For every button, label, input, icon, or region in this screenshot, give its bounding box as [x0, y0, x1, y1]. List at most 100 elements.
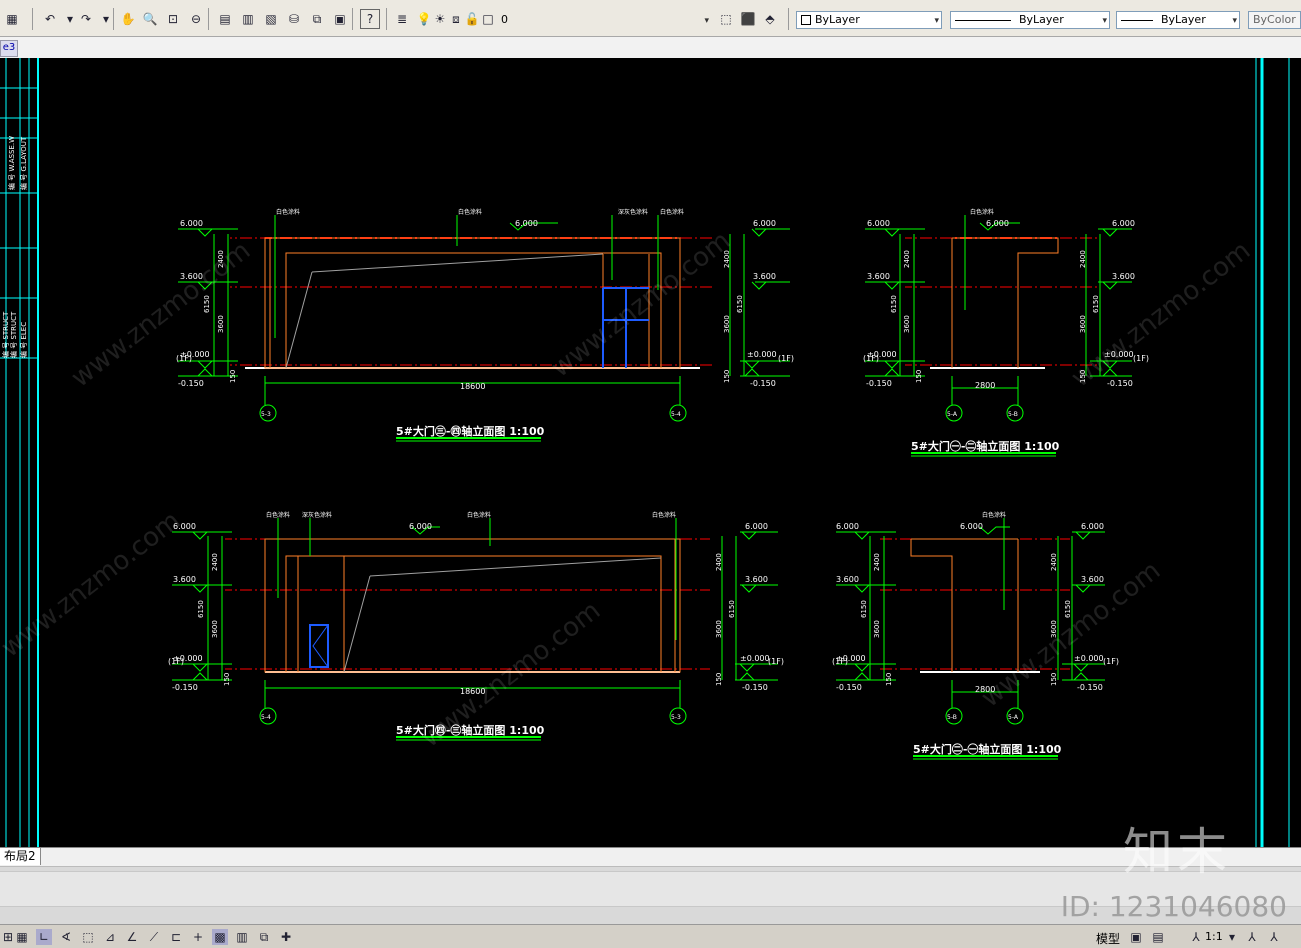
level-label: 6.000 [960, 522, 983, 531]
layer-freeze-icon[interactable]: ☀ [432, 9, 448, 29]
dim-label: 3600 [1079, 315, 1087, 333]
layer-previous-icon[interactable]: ⬛ [738, 9, 758, 29]
material-note: 白色涂料 [276, 208, 300, 216]
polar-icon[interactable]: ∢ [58, 929, 74, 945]
drawing-title: 5#大门㊁-㊀轴立面图 1:100 [913, 742, 1062, 756]
level-label: -0.150 [866, 379, 892, 388]
selection-cycling-icon[interactable]: ⧉ [256, 929, 272, 945]
layout-tab[interactable]: 布局2 [0, 848, 41, 865]
axis-bubble-label: 5-B [1008, 411, 1018, 418]
workspace-icon[interactable]: ▦ [2, 9, 22, 29]
calculator-icon[interactable]: ▣ [330, 9, 350, 29]
layer-states-icon[interactable]: ⬘ [760, 9, 780, 29]
undo-icon[interactable]: ↶ [40, 9, 60, 29]
quick-view-icon[interactable]: ▤ [1150, 929, 1166, 945]
zoom-previous-icon[interactable]: ⊖ [186, 9, 206, 29]
pan-icon[interactable]: ✋ [118, 9, 138, 29]
strip-text-2: 编 号 G.LAYOUT [19, 136, 28, 190]
level-label: -0.150 [1107, 379, 1133, 388]
dim-label: 150 [1050, 673, 1058, 686]
axis-bubble-label: 5-3 [671, 714, 681, 721]
linetype-dropdown[interactable]: ByLayer ▾ [950, 11, 1110, 29]
layer-color-swatch-icon: □ [482, 12, 494, 26]
sheet-frame-right [1255, 58, 1290, 847]
drawing-canvas[interactable]: 编 号 W.ASSE.W 编 号 G.LAYOUT 编 号 STRUCT 编 号… [0, 58, 1301, 847]
isodraft-icon[interactable]: ⬚ [80, 929, 96, 945]
watermark-pattern: www.znzmo.com www.znzmo.com www.znzmo.co… [0, 226, 1256, 754]
level-label: 6.000 [1081, 522, 1104, 531]
transparency-icon[interactable]: ▩ [212, 929, 228, 945]
redo-icon[interactable]: ↷ [76, 9, 96, 29]
ortho-icon[interactable]: ∟ [36, 929, 52, 945]
dynamic-input-icon[interactable]: ⊏ [168, 929, 184, 945]
level-label: 3.600 [753, 272, 776, 281]
layer-on-bulb-icon[interactable]: 💡 [416, 9, 432, 29]
annotation-scale-value[interactable]: 1:1 [1205, 930, 1223, 943]
floor-label: (1F) [832, 657, 848, 666]
help-icon[interactable]: ? [360, 9, 380, 29]
layer-vp-freeze-icon[interactable]: ⧈ [448, 9, 464, 29]
level-label: 6.000 [180, 219, 203, 228]
tool-palettes-icon[interactable]: ▧ [261, 9, 281, 29]
level-label: 6.000 [409, 522, 432, 531]
level-label: -0.150 [742, 683, 768, 692]
object-snap-tracking-icon[interactable]: ⊿ [102, 929, 118, 945]
auto-scale-icon[interactable]: ⅄ [1266, 929, 1282, 945]
drawing-title: 5#大门㊀-㊁轴立面图 1:100 [911, 439, 1060, 453]
file-tab[interactable]: e3 [0, 40, 18, 57]
annotation-monitor-icon[interactable]: ✚ [278, 929, 294, 945]
level-label: 3.600 [1081, 575, 1104, 584]
level-label: 6.000 [986, 219, 1009, 228]
strip-text-1: 编 号 W.ASSE.W [7, 136, 16, 190]
layer-manager-icon[interactable]: ≣ [392, 9, 412, 29]
material-note: 白色涂料 [458, 208, 482, 216]
dim-label: 3600 [723, 315, 731, 333]
annotation-visibility-icon[interactable]: ⅄ [1244, 929, 1260, 945]
level-label: 3.600 [867, 272, 890, 281]
sheet-set-icon[interactable]: ⛁ [284, 9, 304, 29]
dim-label: 6150 [860, 600, 868, 618]
scale-dropdown-icon[interactable]: ▾ [1224, 929, 1240, 945]
material-note: 白色涂料 [982, 511, 1006, 519]
markup-icon[interactable]: ⧉ [307, 9, 327, 29]
properties-icon[interactable]: ▤ [215, 9, 235, 29]
design-center-icon[interactable]: ▥ [238, 9, 258, 29]
dim-label: 150 [885, 673, 893, 686]
axis-bubble-label: 5-A [947, 411, 958, 418]
file-tab-bar: e3 [0, 37, 1301, 59]
level-label: 6.000 [515, 219, 538, 228]
level-label: 6.000 [745, 522, 768, 531]
standard-toolbar: ▦ ↶ ▾ ↷ ▾ ✋ 🔍 ⊡ ⊖ ▤ ▥ ▧ ⛁ ⧉ ▣ ? ≣ 💡 ☀ ⧈ … [0, 0, 1301, 37]
dim-label: 2400 [1050, 553, 1058, 571]
floor-label: (1F) [863, 354, 879, 363]
zoom-realtime-icon[interactable]: 🔍 [140, 9, 160, 29]
strip-text-5: 编 号 ELEC [19, 322, 28, 358]
dim-label: 150 [715, 673, 723, 686]
grid-icon[interactable]: ▦ [14, 929, 30, 945]
dim-label: 6150 [736, 295, 744, 313]
level-label: 6.000 [836, 522, 859, 531]
floor-label: (1F) [176, 354, 192, 363]
quick-properties-icon[interactable]: ▥ [234, 929, 250, 945]
svg-text:www.znzmo.com: www.znzmo.com [0, 506, 186, 664]
zoom-window-icon[interactable]: ⊡ [163, 9, 183, 29]
annotation-scale-icon[interactable]: ⅄ [1188, 929, 1204, 945]
dim-label: 3600 [715, 620, 723, 638]
dynamic-ucs-icon[interactable]: ⟋ [146, 929, 162, 945]
plotstyle-dropdown[interactable]: ByColor [1248, 11, 1301, 29]
level-label: 3.600 [173, 575, 196, 584]
layer-dropdown[interactable]: 0 ▾ [496, 11, 712, 29]
make-object-layer-current-icon[interactable]: ⬚ [716, 9, 736, 29]
level-label: 6.000 [867, 219, 890, 228]
layer-lock-icon[interactable]: 🔓 [464, 9, 480, 29]
lineweight-dropdown[interactable]: ByLayer ▾ [1116, 11, 1240, 29]
svg-text:www.znzmo.com: www.znzmo.com [546, 226, 736, 384]
material-note: 白色涂料 [467, 511, 491, 519]
layout-view-icon[interactable]: ▣ [1128, 929, 1144, 945]
level-label: -0.150 [172, 683, 198, 692]
color-dropdown[interactable]: ByLayer ▾ [796, 11, 942, 29]
object-snap-icon[interactable]: ∠ [124, 929, 140, 945]
lineweight-icon[interactable]: + [190, 929, 206, 945]
model-space-label[interactable]: 模型 [1096, 930, 1120, 947]
dim-label: 2400 [211, 553, 219, 571]
